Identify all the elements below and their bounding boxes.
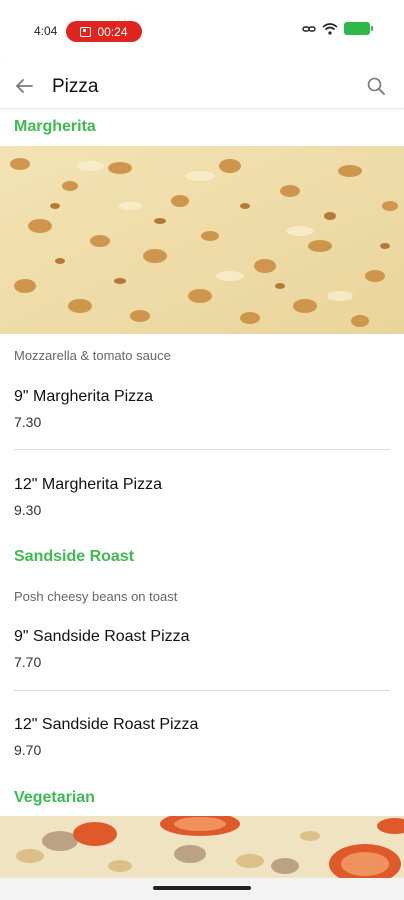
app-bar: Pizza — [0, 62, 404, 109]
home-indicator[interactable] — [153, 886, 251, 890]
page-title: Pizza — [52, 76, 99, 97]
wifi-icon — [322, 22, 338, 35]
menu-list[interactable]: Margherita Mozzarella & tomato sauce 9" … — [0, 108, 404, 878]
item-price: 9.70 — [14, 742, 42, 758]
divider — [14, 690, 390, 691]
screen-recording-indicator[interactable]: 00:24 — [66, 21, 142, 42]
recording-timer: 00:24 — [97, 24, 128, 39]
section-title-vegetarian: Vegetarian — [14, 789, 95, 806]
link-icon — [302, 25, 316, 32]
status-bar: 4:04 00:24 — [0, 0, 404, 62]
item-name: 12" Margherita Pizza — [14, 476, 162, 493]
section-description-sandside-roast: Posh cheesy beans on toast — [14, 589, 178, 604]
record-icon — [80, 26, 92, 37]
item-name: 12" Sandside Roast Pizza — [14, 716, 199, 733]
vegetarian-image — [0, 816, 404, 878]
item-price: 7.30 — [14, 414, 42, 430]
status-icons — [302, 22, 373, 35]
section-description-margherita: Mozzarella & tomato sauce — [14, 348, 171, 363]
item-name: 9" Margherita Pizza — [14, 388, 154, 405]
section-title-margherita: Margherita — [14, 118, 96, 135]
status-time: 4:04 — [34, 24, 58, 38]
item-price: 9.30 — [14, 502, 42, 518]
divider — [14, 449, 390, 450]
battery-icon — [344, 22, 373, 35]
margherita-image — [0, 146, 404, 334]
item-price: 7.70 — [14, 654, 42, 670]
system-nav-bar — [0, 878, 404, 900]
item-name: 9" Sandside Roast Pizza — [14, 628, 190, 645]
section-title-sandside-roast: Sandside Roast — [14, 548, 135, 565]
search-icon[interactable] — [366, 76, 386, 96]
back-arrow-icon[interactable] — [12, 74, 36, 98]
